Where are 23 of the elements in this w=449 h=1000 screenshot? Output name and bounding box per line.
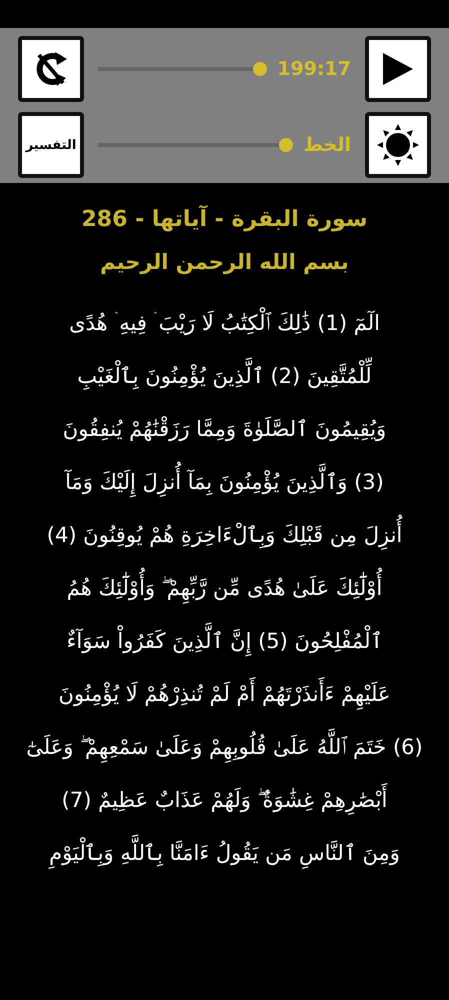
verse-text: وَيُقِيمُونَ ٱلصَّلَوٰةَ وَمِمَّا رَزَقْنَٰهُمْ يُنفِقُونَ: [62, 415, 388, 444]
play-icon: [381, 51, 415, 87]
surah-title: سورة البقرة - آياتها - 286: [80, 204, 368, 234]
verse-text: وَمِنَ ٱلنَّاسِ مَن يَقُولُ ءَامَنَّا بِٱللَّهِ وَبِٱلْيَوْمِ: [0, 827, 449, 880]
verse-text: لِّلْمُتَّقِينَ (2) ٱلَّذِينَ يُؤْمِنُونَ بِٱلْغَيْبِ: [0, 350, 449, 403]
repeat-button[interactable]: [18, 36, 84, 102]
verse-text: عَلَيْهِمْ ءَأَنذَرْتَهُمْ أَمْ لَمْ تُنذِرْهُمْ لَا يُؤْمِنُونَ: [0, 668, 449, 721]
verse-text: ٱلْمُفْلِحُونَ (5) إِنَّ ٱلَّذِينَ كَفَرُواْ سَوَآءٌ: [0, 615, 449, 668]
tafsir-button[interactable]: التفسير: [18, 112, 84, 178]
verse-text: (6) خَتَمَ ٱللَّهُ عَلَىٰ قُلُوبِهِمْ وَعَلَىٰ سَمْعِهِمْ ۖ وَعَلَىٰٓ: [0, 721, 449, 774]
slider-thumb[interactable]: [279, 138, 294, 152]
play-button[interactable]: [365, 36, 431, 102]
playback-time: 199:17: [277, 58, 351, 80]
font-label: الخط: [303, 134, 351, 156]
slider-thumb[interactable]: [253, 62, 268, 76]
brightness-button[interactable]: [365, 112, 431, 178]
verse-text: الٓمٓ (1) ذَٰلِكَ ٱلْكِتَٰبُ لَا رَيْبَ ۛ فِيهِ ۛ هُدًى: [0, 297, 449, 350]
verse-text: أُنزِلَ مِن قَبْلِكَ وَبِٱلْءَاخِرَةِ هُمْ يُوقِنُونَ (4): [0, 509, 449, 562]
verse-text: (3) وَٱلَّذِينَ يُؤْمِنُونَ بِمَآ أُنزِلَ إِلَيْكَ وَمَآ: [0, 456, 449, 509]
basmala: بسم الله الرحمن الرحيم: [99, 249, 350, 276]
sun-icon: [376, 123, 420, 167]
verse-text: أَبْصَٰرِهِمْ غِشَٰوَةٌ ۖ وَلَهُمْ عَذَابٌ عَظِيمٌ (7): [0, 774, 449, 827]
verse-text: أُوْلَٰٓئِكَ عَلَىٰ هُدًى مِّن رَّبِّهِمْ ۖ وَأُوْلَٰٓئِكَ هُمُ: [0, 562, 449, 615]
